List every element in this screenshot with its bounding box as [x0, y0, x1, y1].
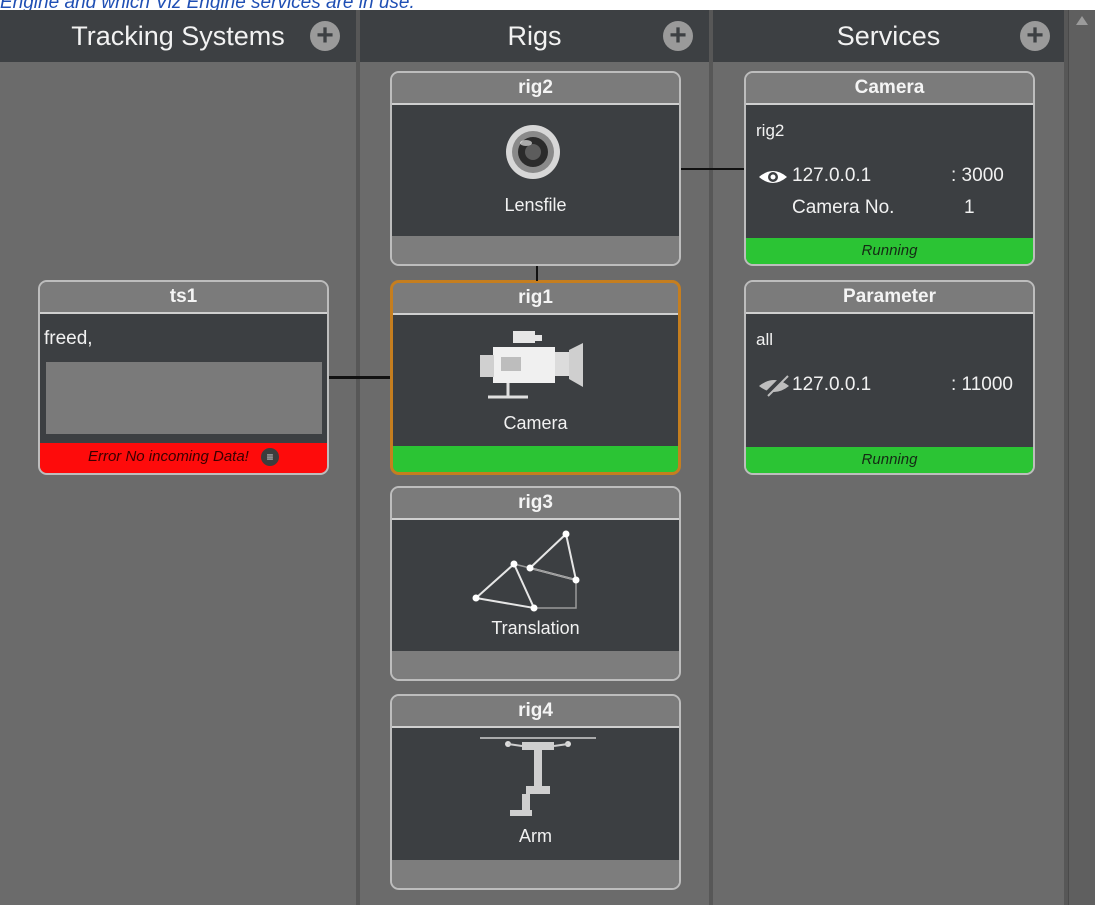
rig-card-rig1[interactable]: rig1 Camera — [390, 280, 681, 475]
camera-icon — [480, 331, 583, 399]
card-title: rig1 — [393, 283, 678, 315]
card-body: Arm — [392, 728, 679, 860]
rigs-column: Rigs + rig2 Lensfile rig1 Camera rig3 Tr… — [360, 10, 713, 905]
card-body: all 127.0.0.1 : 11000 — [746, 314, 1033, 447]
service-ip: 127.0.0.1 — [792, 165, 872, 186]
card-title: ts1 — [40, 282, 327, 314]
status-bar — [392, 236, 679, 264]
vertical-scrollbar[interactable] — [1068, 10, 1095, 905]
add-service-icon[interactable]: + — [1020, 21, 1050, 51]
tracking-systems-column: Tracking Systems + ts1 freed, Error No i… — [0, 10, 360, 905]
rig-type-label: Lensfile — [504, 195, 567, 215]
status-text: Running — [861, 451, 918, 468]
card-title: rig2 — [392, 73, 679, 105]
card-body: Lensfile — [392, 105, 679, 236]
scroll-up-icon[interactable] — [1076, 16, 1088, 25]
lens-icon — [506, 125, 560, 179]
caption-text: Engine and which Viz Engine services are… — [0, 0, 1095, 10]
connector-ts1-rig1 — [329, 376, 390, 379]
status-bar — [392, 860, 679, 888]
rig-type-label: Translation — [491, 618, 580, 638]
tracking-info: freed, — [44, 328, 93, 349]
service-rig: all — [756, 330, 774, 349]
services-title: Services — [836, 20, 941, 51]
arm-icon — [480, 737, 596, 816]
status-text: Running — [861, 242, 918, 259]
connector-rig2-rig1 — [536, 266, 538, 281]
rig-type-label: Arm — [519, 826, 552, 846]
card-title: rig3 — [392, 488, 679, 520]
translation-icon — [472, 530, 580, 612]
card-title: Camera — [746, 73, 1033, 105]
status-bar — [393, 446, 678, 472]
tracking-systems-title: Tracking Systems — [71, 20, 285, 51]
service-port: : 11000 — [951, 374, 1013, 395]
services-column: Services + Camera rig2 127.0.0.1 : 3000 … — [713, 10, 1068, 905]
eye-off-icon[interactable] — [758, 375, 790, 397]
add-rig-icon[interactable]: + — [663, 21, 693, 51]
camera-number-label: Camera No. — [792, 197, 895, 218]
card-body: Translation — [392, 520, 679, 651]
rigs-title: Rigs — [507, 20, 562, 51]
rig-card-rig2[interactable]: rig2 Lensfile — [390, 71, 681, 266]
status-bar: Running — [746, 238, 1033, 264]
data-preview-box — [46, 362, 322, 434]
camera-number-value: 1 — [964, 197, 975, 218]
status-bar — [392, 651, 679, 679]
service-ip: 127.0.0.1 — [792, 374, 872, 395]
card-body: freed, — [40, 314, 327, 445]
card-title: Parameter — [746, 282, 1033, 314]
tracking-system-card-ts1[interactable]: ts1 freed, Error No incoming Data! ≡ — [38, 280, 329, 475]
rig-type-label: Camera — [503, 413, 568, 433]
rig-card-rig3[interactable]: rig3 Translation — [390, 486, 681, 681]
rigs-header: Rigs + — [360, 10, 709, 62]
status-bar: Running — [746, 447, 1033, 473]
eye-icon[interactable] — [758, 168, 788, 186]
workspace: Tracking Systems + ts1 freed, Error No i… — [0, 10, 1095, 905]
service-rig: rig2 — [756, 121, 785, 140]
service-card-camera[interactable]: Camera rig2 127.0.0.1 : 3000 Camera No. … — [744, 71, 1035, 266]
card-body: rig2 127.0.0.1 : 3000 Camera No. 1 — [746, 105, 1033, 238]
service-card-parameter[interactable]: Parameter all 127.0.0.1 : 11000 Running — [744, 280, 1035, 475]
rig-card-rig4[interactable]: rig4 Arm — [390, 694, 681, 890]
tracking-systems-header: Tracking Systems + — [0, 10, 356, 62]
status-text: Error No incoming Data! — [87, 448, 249, 465]
add-tracking-system-icon[interactable]: + — [310, 21, 340, 51]
status-bar: Error No incoming Data! ≡ — [40, 443, 327, 473]
services-header: Services + — [713, 10, 1064, 62]
details-icon[interactable]: ≡ — [261, 448, 280, 467]
card-body: Camera — [393, 315, 678, 448]
connector-rig2-camera — [681, 168, 744, 170]
service-port: : 3000 — [951, 165, 1004, 186]
card-title: rig4 — [392, 696, 679, 728]
